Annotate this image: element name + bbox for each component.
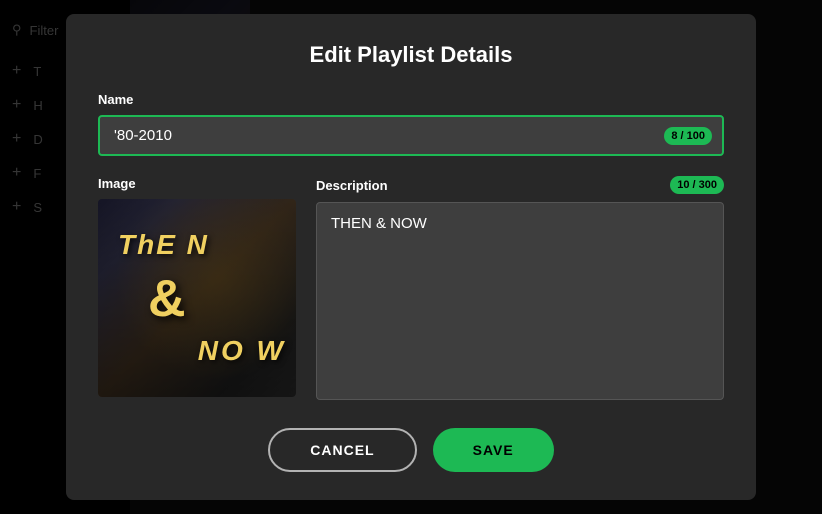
thumb-ampersand: & (148, 269, 186, 329)
modal-title: Edit Playlist Details (98, 42, 724, 68)
desc-header: Description 10 / 300 (316, 176, 724, 194)
description-section: Description 10 / 300 (316, 176, 724, 400)
image-section: Image ThE N & NO W (98, 176, 296, 397)
image-desc-row: Image ThE N & NO W Description 10 / 300 (98, 176, 724, 400)
thumb-text-line2: NO W (198, 335, 286, 367)
thumb-text-line1: ThE N (118, 229, 209, 261)
save-button[interactable]: SAVE (433, 428, 554, 472)
description-textarea[interactable] (316, 202, 724, 400)
modal-overlay: Edit Playlist Details Name 8 / 100 Image… (0, 0, 822, 514)
modal-actions: CANCEL SAVE (98, 428, 724, 472)
edit-playlist-modal: Edit Playlist Details Name 8 / 100 Image… (66, 14, 756, 500)
cancel-button[interactable]: CANCEL (268, 428, 416, 472)
name-char-count: 8 / 100 (664, 127, 712, 145)
playlist-thumbnail[interactable]: ThE N & NO W (98, 199, 296, 397)
name-field-wrapper: 8 / 100 (98, 115, 724, 156)
description-char-count: 10 / 300 (670, 176, 724, 194)
name-label: Name (98, 92, 724, 107)
description-label: Description (316, 178, 388, 193)
image-label: Image (98, 176, 296, 191)
name-input[interactable] (98, 115, 724, 156)
